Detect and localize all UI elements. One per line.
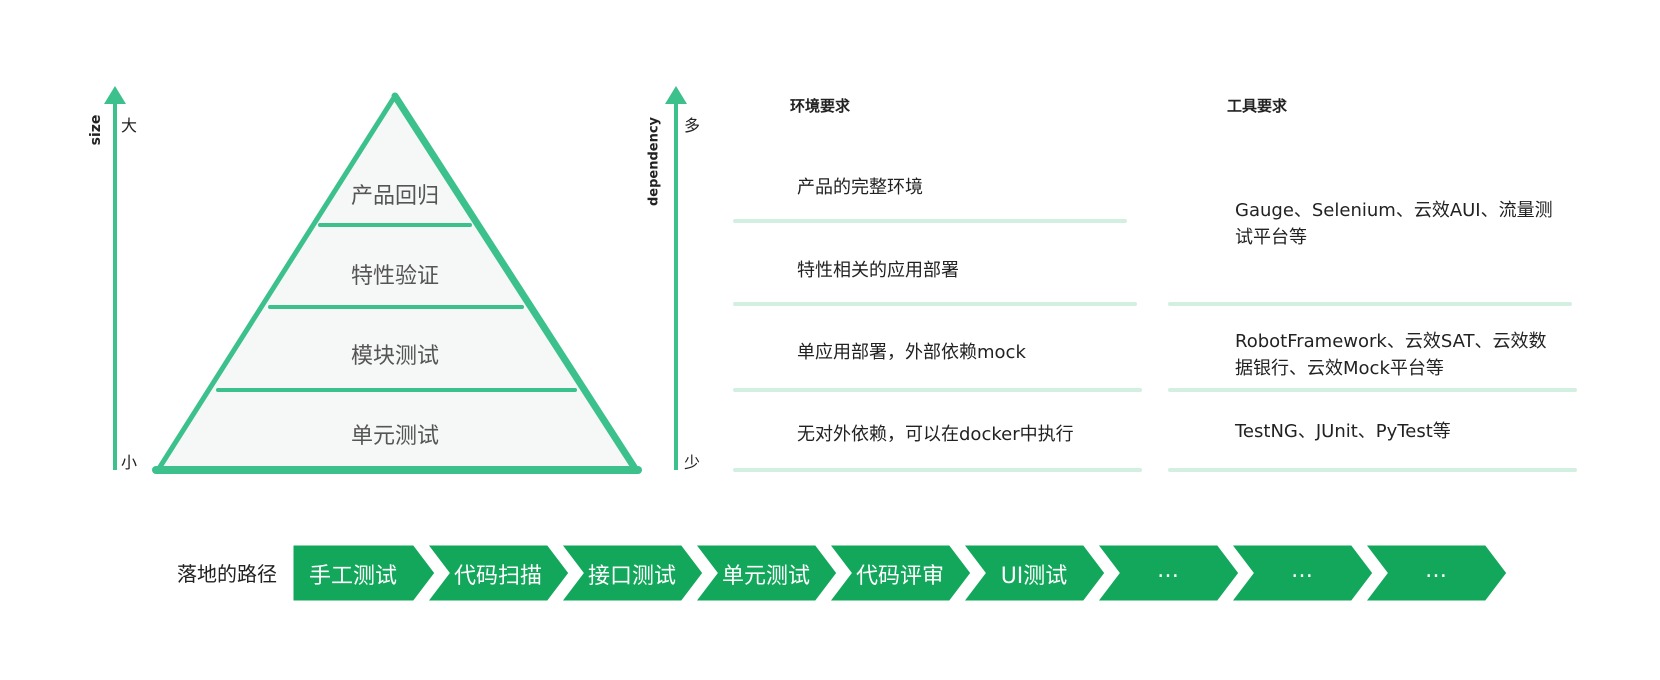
path-step-label: 手工测试 [308,564,397,589]
path-step-label: 代码扫描 [453,564,542,589]
path-step-label: 接口测试 [587,564,676,589]
path-step-label: … [1157,558,1179,583]
path-step-label: 代码评审 [855,564,944,589]
path-step-label: 单元测试 [721,564,810,589]
test-pyramid-diagram: size 大 小 产品回归 特性验证 模块测试 单元测试 dependency … [0,0,1660,680]
path-step-label: … [1291,558,1313,583]
path-step-label: UI测试 [1000,564,1068,589]
path-step-labels: 手工测试 代码扫描 接口测试 单元测试 代码评审 UI测试 … … … [0,0,1660,680]
path-step-label: … [1425,558,1447,583]
